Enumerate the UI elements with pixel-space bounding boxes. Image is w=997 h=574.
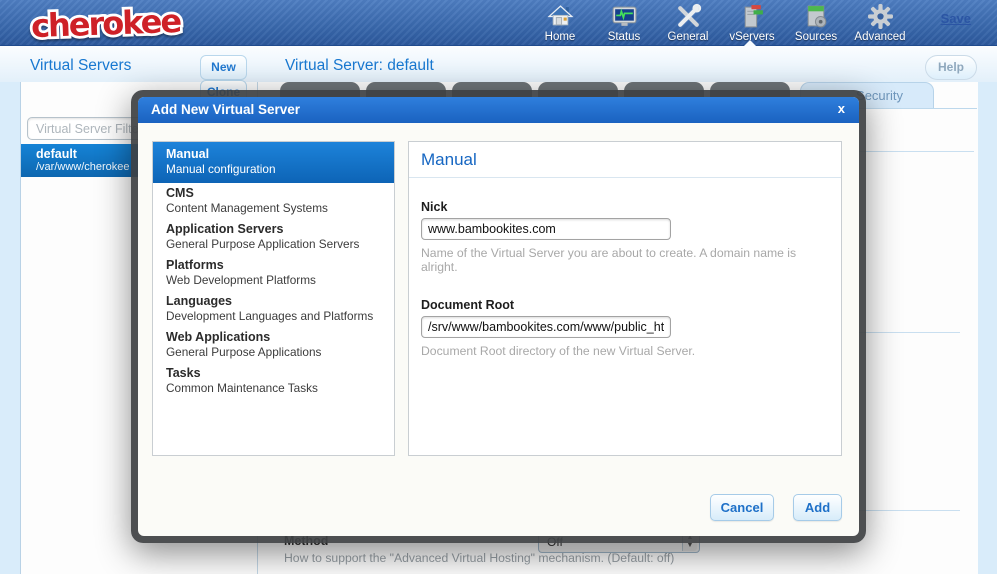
nav-label: Sources [795,31,837,43]
status-icon [611,3,638,30]
nav-label: Status [608,31,641,43]
logo-text: cherokee [30,2,182,45]
dialog-header: Add New Virtual Server x [138,97,859,123]
save-link[interactable]: Save [941,11,971,26]
nav-label: Home [545,31,576,43]
menu-item-cms[interactable]: CMS Content Management Systems [153,183,394,219]
add-button[interactable]: Add [793,494,842,521]
panel-heading: Manual [409,142,841,178]
nav-item-advanced[interactable]: Advanced [848,3,912,43]
document-root-field-group: Document Root Document Root directory of… [421,298,829,358]
nav-menu: Home Status General [528,3,912,43]
cherokee-logo[interactable]: cherokee [26,1,216,50]
nick-label: Nick [421,200,829,214]
nav-item-home[interactable]: Home [528,3,592,43]
page-title: Virtual Server: default [285,57,434,75]
wizard-detail-panel: Manual Nick Name of the Virtual Server y… [408,141,842,456]
nick-field-group: Nick Name of the Virtual Server you are … [421,200,829,274]
cancel-button[interactable]: Cancel [710,494,774,521]
menu-item-languages[interactable]: Languages Development Languages and Plat… [153,291,394,327]
menu-item-manual[interactable]: Manual Manual configuration [153,142,394,183]
sidebar-title: Virtual Servers [30,57,131,75]
document-root-help-text: Document Root directory of the new Virtu… [421,344,829,358]
menu-item-web-applications[interactable]: Web Applications General Purpose Applica… [153,327,394,363]
tools-icon [675,3,702,30]
wizard-category-menu: Manual Manual configuration CMS Content … [152,141,395,456]
nav-item-status[interactable]: Status [592,3,656,43]
nav-item-vservers[interactable]: vServers [720,3,784,43]
close-icon[interactable]: x [838,101,845,116]
nav-item-general[interactable]: General [656,3,720,43]
nav-label: General [668,31,709,43]
gear-icon [867,3,894,30]
home-icon [547,3,574,30]
header-band [0,46,997,82]
new-button[interactable]: New [200,55,247,80]
menu-item-tasks[interactable]: Tasks Common Maintenance Tasks [153,363,394,399]
add-vserver-dialog: Add New Virtual Server x Manual Manual c… [131,90,866,543]
source-server-icon [803,3,830,30]
menu-item-application-servers[interactable]: Application Servers General Purpose Appl… [153,219,394,255]
top-navbar: cherokee Home Status [0,0,997,46]
nick-help-text: Name of the Virtual Server you are about… [421,246,829,274]
document-root-input[interactable] [421,316,671,338]
help-button[interactable]: Help [925,55,977,80]
document-root-label: Document Root [421,298,829,312]
method-help-text: How to support the "Advanced Virtual Hos… [284,551,674,565]
nav-item-sources[interactable]: Sources [784,3,848,43]
menu-item-platforms[interactable]: Platforms Web Development Platforms [153,255,394,291]
dialog-title: Add New Virtual Server [151,102,300,117]
server-flags-icon [739,3,766,30]
nick-input[interactable] [421,218,671,240]
nav-label: Advanced [854,31,905,43]
